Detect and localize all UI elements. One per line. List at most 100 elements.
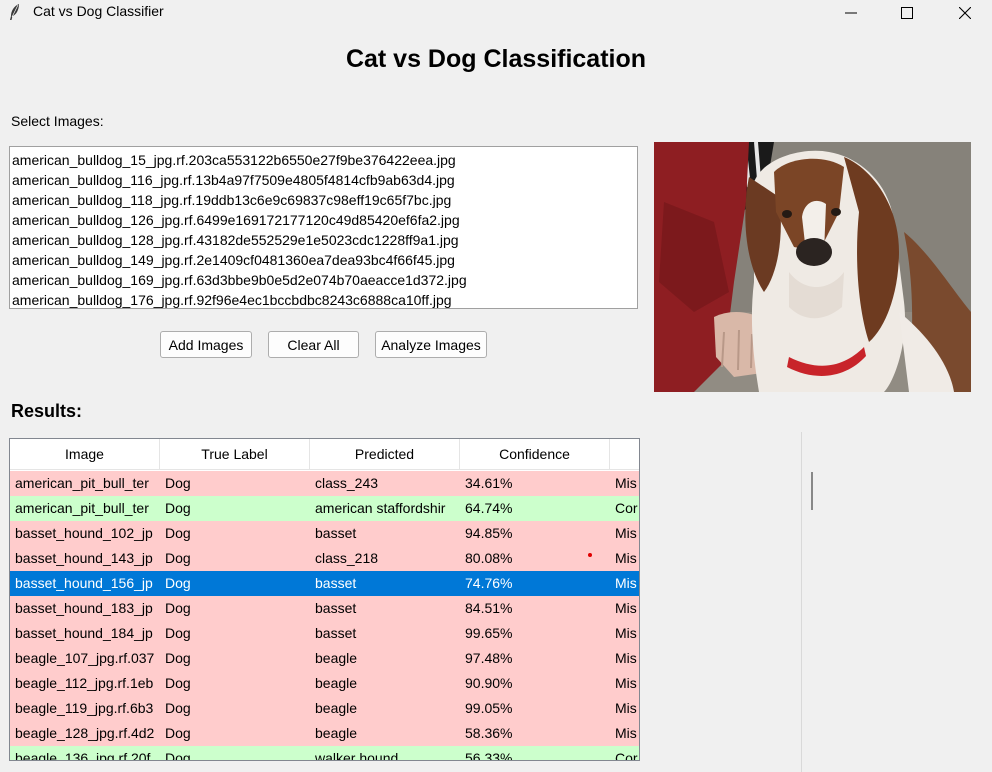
cell-confidence: 99.65% [465,625,513,641]
cell-image: beagle_107_jpg.rf.037 [15,650,155,666]
cell-image: basset_hound_143_jp [15,550,153,566]
cell-confidence: 99.05% [465,700,513,716]
cell-true-label: Dog [165,575,191,591]
list-item[interactable]: american_bulldog_149_jpg.rf.2e1409cf0481… [10,250,637,270]
close-icon [959,7,971,19]
minimize-icon [845,12,857,14]
column-header-true-label[interactable]: True Label [160,439,310,470]
cursor-dot [588,553,592,557]
table-body: american_pit_bull_ter Dog class_243 34.6… [10,471,639,761]
cell-true-label: Dog [165,750,191,761]
cell-image: beagle_112_jpg.rf.1eb [15,675,154,691]
table-row-selected[interactable]: basset_hound_156_jp Dog basset 74.76% Mi… [10,571,639,596]
cell-predicted: beagle [315,650,358,666]
list-item[interactable]: american_bulldog_176_jpg.rf.92f96e4ec1bc… [10,290,637,308]
list-item[interactable]: american_bulldog_15_jpg.rf.203ca553122b6… [10,150,637,170]
cell-confidence: 94.85% [465,525,513,541]
cell-confidence: 74.76% [465,575,513,591]
maximize-icon [901,7,913,19]
column-header-confidence[interactable]: Confidence [460,439,610,470]
table-row[interactable]: beagle_107_jpg.rf.037 Dog beagle 97.48% … [10,646,639,671]
cell-confidence: 84.51% [465,600,513,616]
cell-confidence: 56.33% [465,750,513,761]
cell-predicted: basset [315,625,357,641]
cell-confidence: 64.74% [465,500,513,516]
scrollbar-thumb[interactable] [811,472,813,510]
cell-status: Mis [615,700,637,716]
cell-confidence: 90.90% [465,675,513,691]
column-header-image[interactable]: Image [10,439,160,470]
cell-true-label: Dog [165,700,191,716]
analyze-images-button[interactable]: Analyze Images [375,331,487,358]
cell-status: Mis [615,575,637,591]
cell-confidence: 34.61% [465,475,513,491]
cell-status: Mis [615,475,637,491]
list-item[interactable]: american_bulldog_118_jpg.rf.19ddb13c6e9c… [10,190,637,210]
cell-predicted: basset [315,575,357,591]
cell-predicted: basset [315,600,357,616]
table-row[interactable]: beagle_112_jpg.rf.1eb Dog beagle 90.90% … [10,671,639,696]
cell-image: beagle_128_jpg.rf.4d2 [15,725,155,741]
column-header-status[interactable] [610,439,639,470]
cell-true-label: Dog [165,475,191,491]
cell-status: Mis [615,650,637,666]
cell-true-label: Dog [165,500,191,516]
pane-divider[interactable] [801,432,802,772]
cell-image: american_pit_bull_ter [15,475,149,491]
list-item[interactable]: american_bulldog_116_jpg.rf.13b4a97f7509… [10,170,637,190]
page-title: Cat vs Dog Classification [345,45,647,73]
table-row[interactable]: beagle_128_jpg.rf.4d2 Dog beagle 58.36% … [10,721,639,746]
table-row[interactable]: basset_hound_184_jp Dog basset 99.65% Mi… [10,621,639,646]
cell-image: beagle_136_jpg.rf.20f [15,750,151,761]
cell-status: Mis [615,525,637,541]
cell-true-label: Dog [165,625,191,641]
cell-image: basset_hound_184_jp [15,625,153,641]
list-item[interactable]: american_bulldog_128_jpg.rf.43182de55252… [10,230,637,250]
cell-status: Mis [615,625,637,641]
cell-predicted: beagle [315,725,358,741]
cell-image: beagle_119_jpg.rf.6b3 [15,700,154,716]
cell-confidence: 58.36% [465,725,513,741]
cell-predicted: american staffordshir [315,500,446,516]
title-bar: Cat vs Dog Classifier [0,0,992,26]
window-title: Cat vs Dog Classifier [33,3,164,19]
cell-image: basset_hound_183_jp [15,600,153,616]
minimize-button[interactable] [828,0,874,26]
list-item[interactable]: american_bulldog_169_jpg.rf.63d3bbe9b0e5… [10,270,637,290]
cell-true-label: Dog [165,725,191,741]
table-row[interactable]: beagle_136_jpg.rf.20f Dog walker hound 5… [10,746,639,761]
cell-predicted: class_218 [315,550,379,566]
cell-status: Mis [615,725,637,741]
cell-true-label: Dog [165,675,191,691]
cell-predicted: basset [315,525,357,541]
cell-true-label: Dog [165,650,191,666]
results-table[interactable]: Image True Label Predicted Confidence am… [9,438,640,761]
cell-true-label: Dog [165,525,191,541]
image-preview [654,142,971,392]
cell-predicted: walker hound [315,750,399,761]
file-listbox[interactable]: american_bulldog_15_jpg.rf.203ca553122b6… [9,146,638,309]
maximize-button[interactable] [884,0,930,26]
table-row[interactable]: basset_hound_183_jp Dog basset 84.51% Mi… [10,596,639,621]
table-row[interactable]: american_pit_bull_ter Dog american staff… [10,496,639,521]
cell-status: Mis [615,550,637,566]
cell-confidence: 80.08% [465,550,513,566]
table-row[interactable]: basset_hound_102_jp Dog basset 94.85% Mi… [10,521,639,546]
results-label: Results: [11,401,83,421]
cell-image: basset_hound_156_jp [15,575,153,591]
cell-predicted: beagle [315,675,358,691]
cell-status: Cor [615,750,638,761]
cell-true-label: Dog [165,600,191,616]
feather-icon [10,4,19,20]
table-row[interactable]: beagle_119_jpg.rf.6b3 Dog beagle 99.05% … [10,696,639,721]
close-button[interactable] [942,0,988,26]
table-row[interactable]: american_pit_bull_ter Dog class_243 34.6… [10,471,639,496]
table-header: Image True Label Predicted Confidence [10,439,639,470]
column-header-predicted[interactable]: Predicted [310,439,460,470]
cell-predicted: beagle [315,700,358,716]
list-item[interactable]: american_bulldog_126_jpg.rf.6499e1691721… [10,210,637,230]
cell-confidence: 97.48% [465,650,513,666]
add-images-button[interactable]: Add Images [160,331,252,358]
table-row[interactable]: basset_hound_143_jp Dog class_218 80.08%… [10,546,639,571]
clear-all-button[interactable]: Clear All [268,331,359,358]
